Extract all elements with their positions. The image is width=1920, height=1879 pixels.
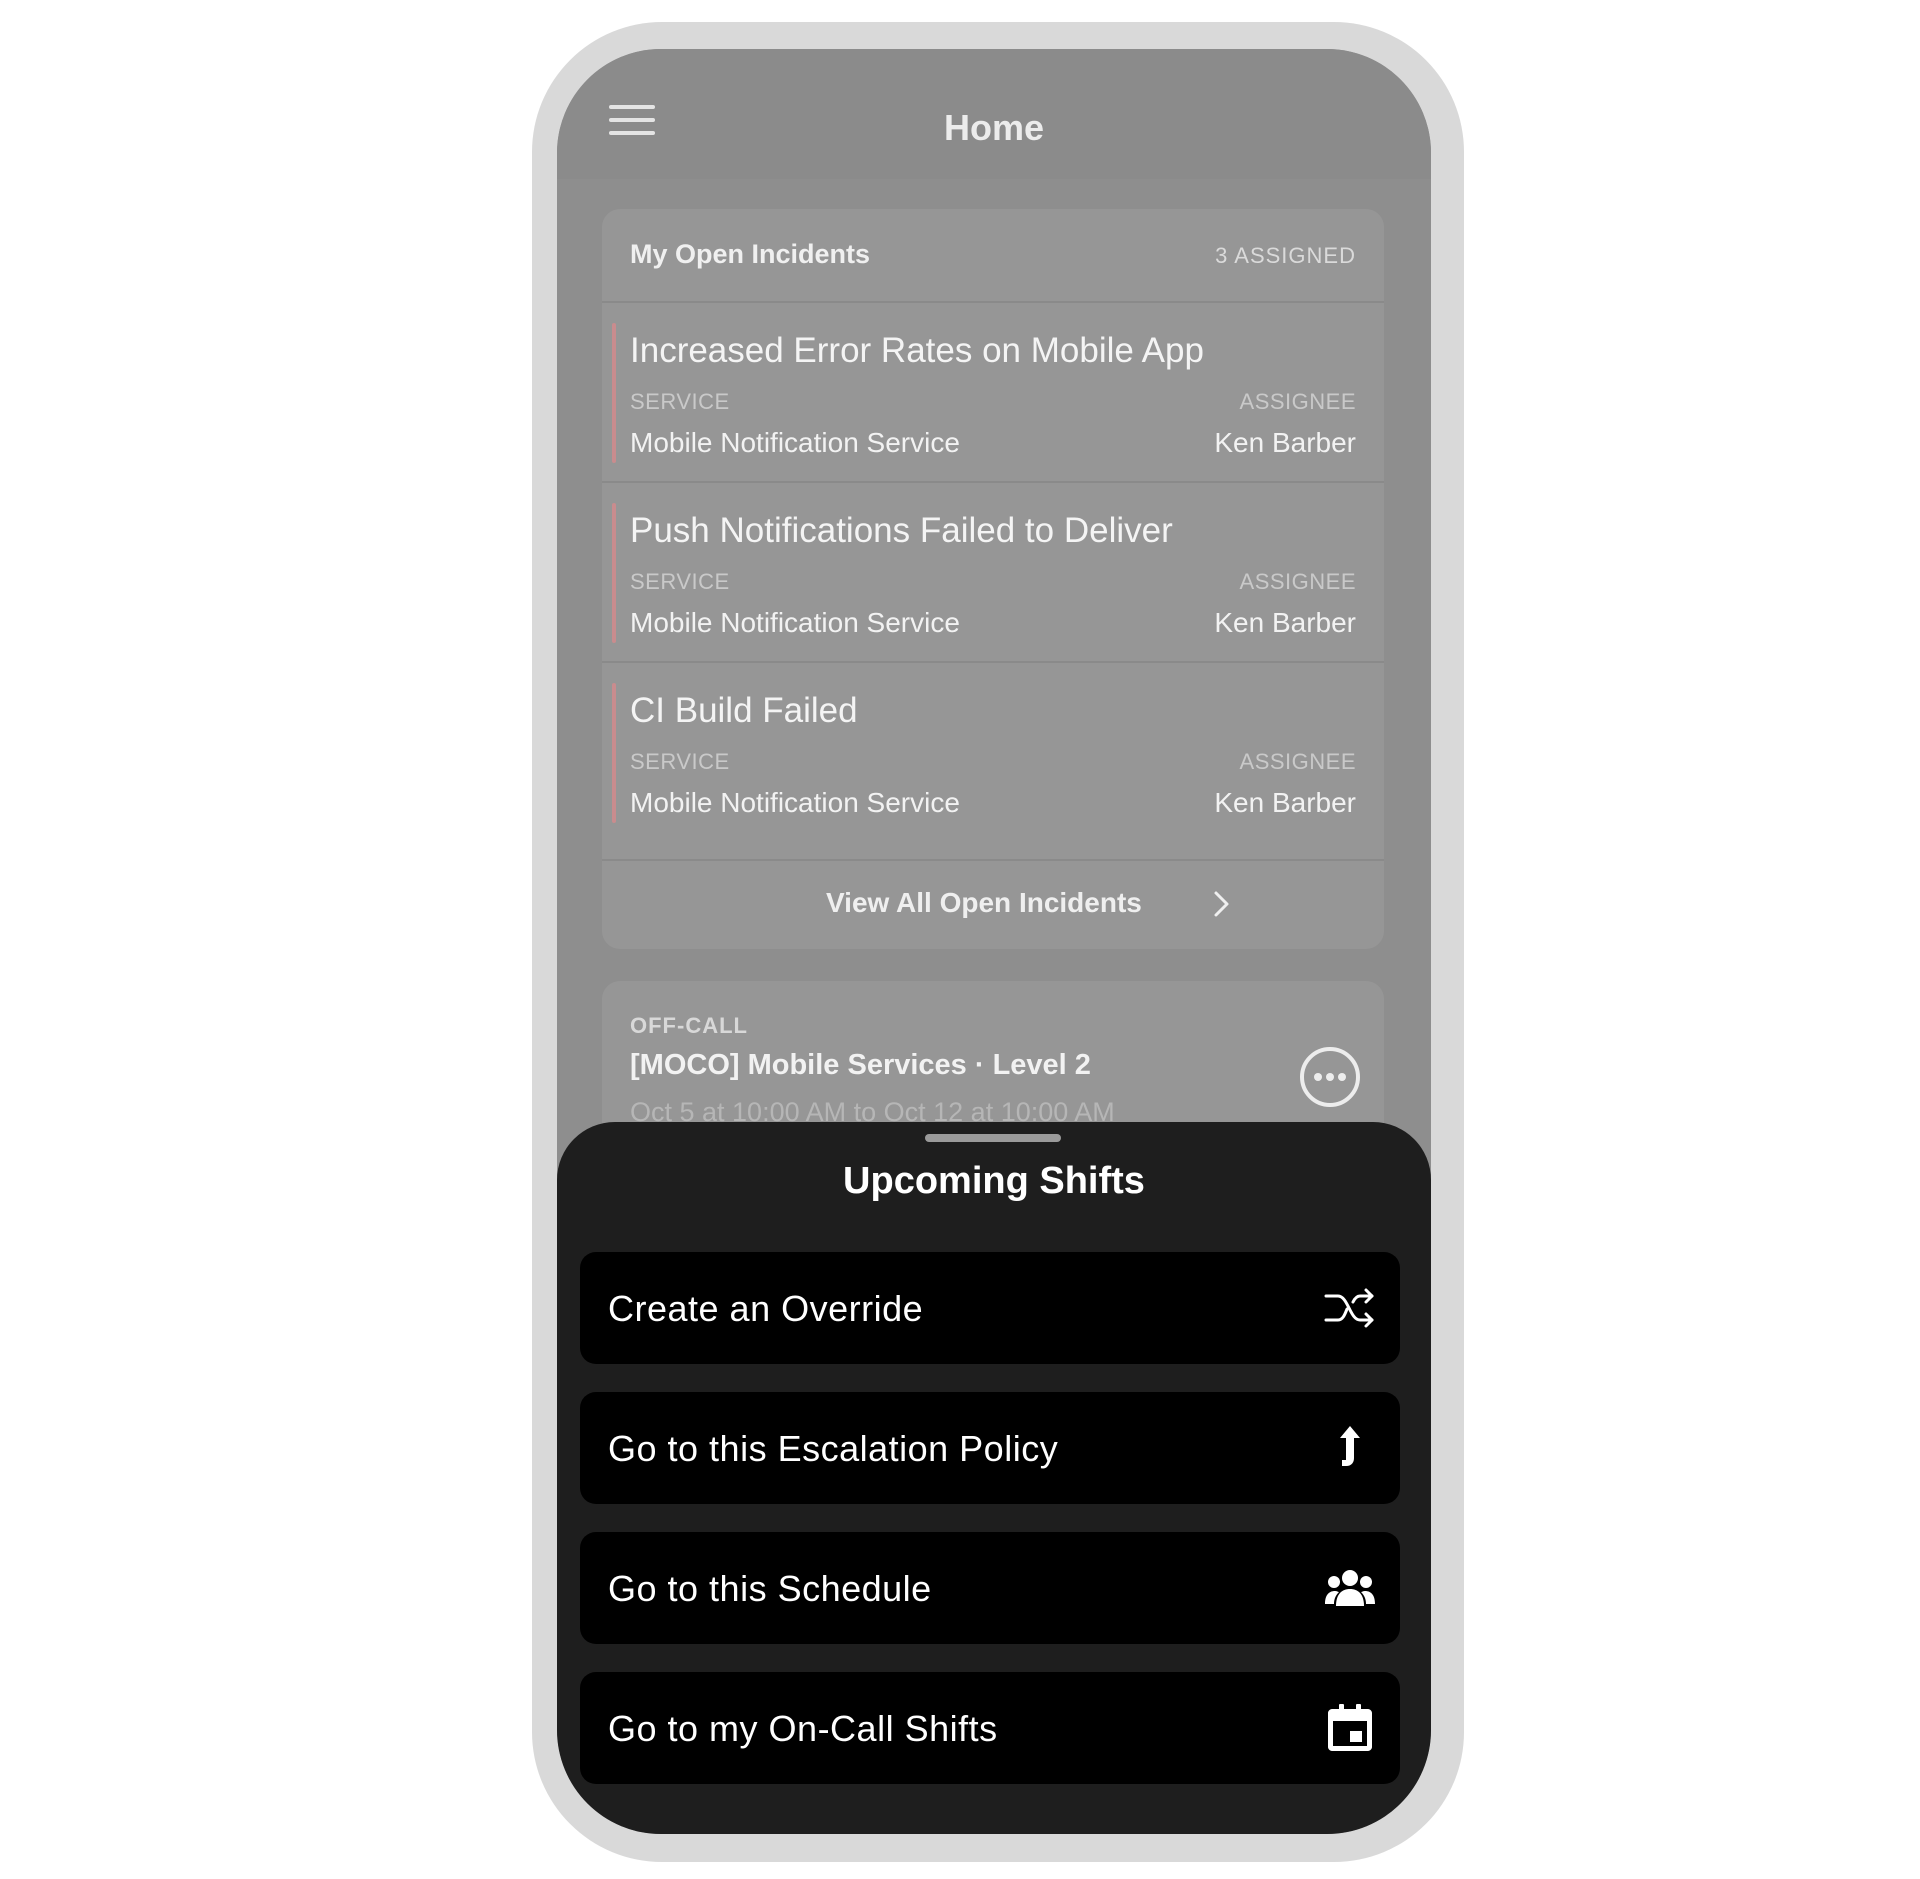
on-call-shifts-button[interactable]: Go to my On-Call Shifts bbox=[580, 1672, 1400, 1784]
incident-status-bar bbox=[612, 683, 616, 823]
assignee-value: Ken Barber bbox=[1214, 607, 1356, 638]
sheet-grabber[interactable] bbox=[925, 1134, 1061, 1142]
service-value: Mobile Notification Service bbox=[630, 607, 960, 638]
action-sheet: Upcoming Shifts Create an Override Go to… bbox=[557, 1122, 1431, 1834]
incident-title: CI Build Failed bbox=[630, 691, 858, 730]
action-label: Go to my On-Call Shifts bbox=[608, 1708, 998, 1749]
more-options-icon[interactable] bbox=[1300, 1047, 1360, 1107]
view-all-incidents-button[interactable]: View All Open Incidents bbox=[602, 861, 1384, 949]
incident-item[interactable]: CI Build Failed SERVICE ASSIGNEE Mobile … bbox=[602, 663, 1384, 839]
action-label: Go to this Escalation Policy bbox=[608, 1428, 1059, 1469]
view-all-incidents-label: View All Open Incidents bbox=[826, 887, 1142, 918]
escalation-policy-name: [MOCO] Mobile Services · Level 2 bbox=[630, 1049, 1091, 1081]
incidents-card-title: My Open Incidents bbox=[630, 239, 871, 269]
people-icon bbox=[1325, 1570, 1375, 1606]
action-label: Go to this Schedule bbox=[608, 1568, 932, 1609]
open-incidents-card: My Open Incidents 3 ASSIGNED Increased E… bbox=[602, 209, 1384, 949]
page-title: Home bbox=[943, 107, 1045, 148]
calendar-icon bbox=[1328, 1704, 1372, 1751]
incidents-card-header: My Open Incidents 3 ASSIGNED bbox=[602, 209, 1384, 301]
service-value: Mobile Notification Service bbox=[630, 787, 960, 818]
assignee-label: ASSIGNEE bbox=[1239, 749, 1356, 774]
incident-item[interactable]: Increased Error Rates on Mobile App SERV… bbox=[602, 303, 1384, 479]
on-call-status: OFF-CALL bbox=[630, 1013, 748, 1038]
create-override-button[interactable]: Create an Override bbox=[580, 1252, 1400, 1364]
incident-title: Increased Error Rates on Mobile App bbox=[630, 331, 1204, 370]
phone-screen: Home My Open Incidents 3 ASSIGNED Increa… bbox=[557, 49, 1431, 1834]
chevron-right-icon bbox=[1214, 891, 1229, 917]
incident-status-bar bbox=[612, 323, 616, 463]
assignee-value: Ken Barber bbox=[1214, 427, 1356, 458]
shuffle-icon bbox=[1324, 1288, 1374, 1328]
service-label: SERVICE bbox=[630, 569, 730, 594]
service-label: SERVICE bbox=[630, 749, 730, 774]
service-label: SERVICE bbox=[630, 389, 730, 414]
action-label: Create an Override bbox=[608, 1288, 924, 1329]
service-value: Mobile Notification Service bbox=[630, 427, 960, 458]
incident-item[interactable]: Push Notifications Failed to Deliver SER… bbox=[602, 483, 1384, 659]
escalation-policy-button[interactable]: Go to this Escalation Policy bbox=[580, 1392, 1400, 1504]
arrow-up-icon bbox=[1340, 1426, 1360, 1466]
assigned-count: 3 ASSIGNED bbox=[1215, 243, 1356, 268]
top-bar: Home bbox=[557, 49, 1431, 179]
schedule-button[interactable]: Go to this Schedule bbox=[580, 1532, 1400, 1644]
assignee-value: Ken Barber bbox=[1214, 787, 1356, 818]
assignee-label: ASSIGNEE bbox=[1239, 569, 1356, 594]
sheet-title: Upcoming Shifts bbox=[843, 1160, 1145, 1202]
incident-status-bar bbox=[612, 503, 616, 643]
assignee-label: ASSIGNEE bbox=[1239, 389, 1356, 414]
incident-title: Push Notifications Failed to Deliver bbox=[630, 511, 1173, 550]
